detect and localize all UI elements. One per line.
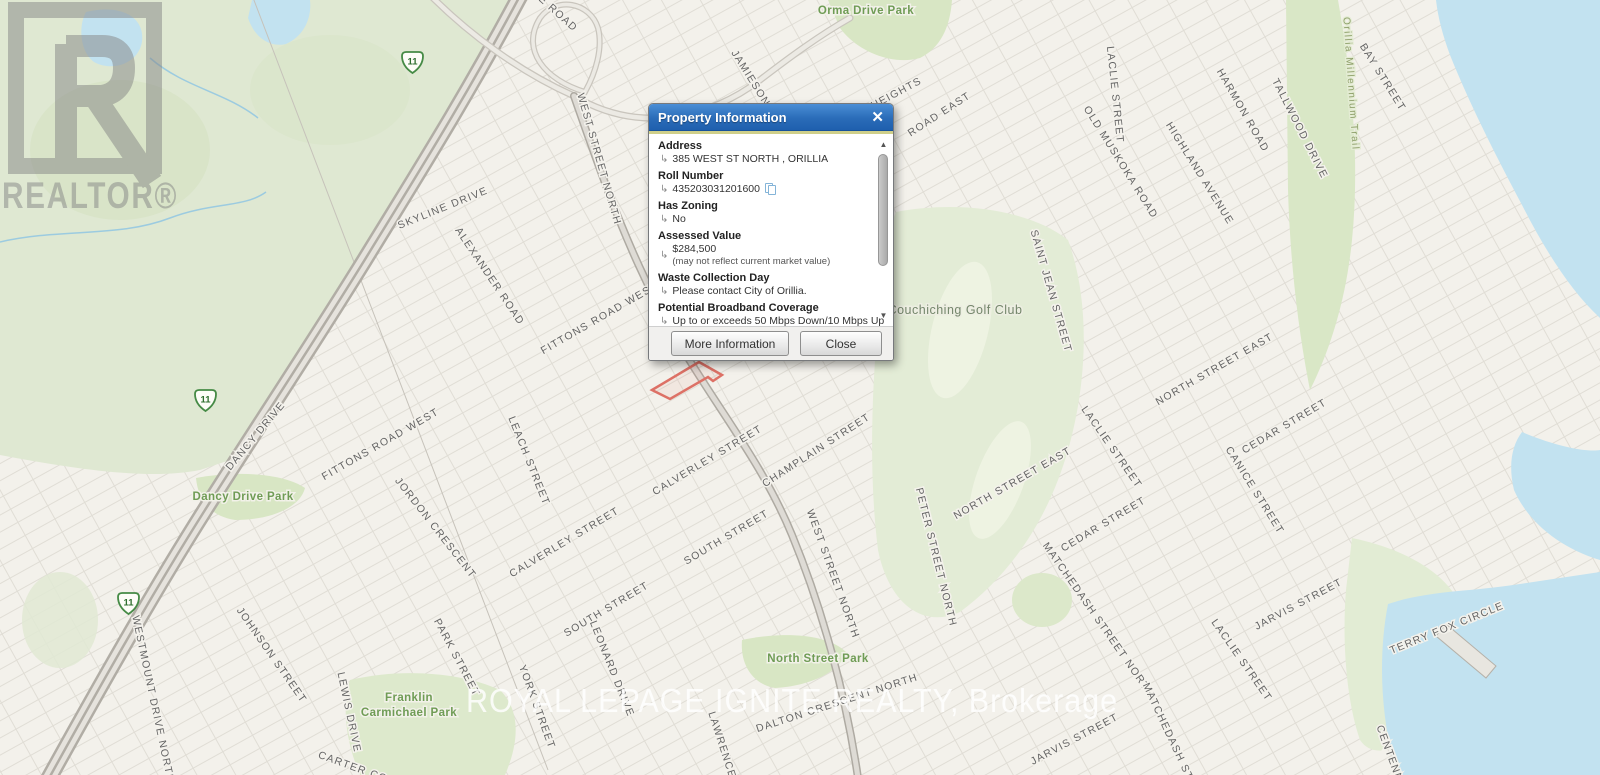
copy-pages-icon[interactable] (765, 183, 778, 196)
park-label: Carmichael Park (361, 707, 457, 719)
crook-icon: ↳ (660, 213, 668, 226)
park-label: Couchiching Golf Club (888, 303, 1023, 317)
close-button[interactable]: Close (800, 331, 882, 356)
park-label: North Street Park (767, 653, 869, 665)
more-information-button[interactable]: More Information (671, 331, 789, 356)
crook-icon: ↳ (660, 249, 668, 262)
field-assessed-value: Assessed Value ↳ $284,500 (may not refle… (658, 229, 869, 268)
crook-icon: ↳ (660, 153, 668, 166)
field-value: $284,500 (672, 243, 830, 256)
field-label: Roll Number (658, 169, 869, 183)
field-label: Assessed Value (658, 229, 869, 243)
popup-body: Address ↳ 385 WEST ST NORTH , ORILLIA Ro… (649, 134, 893, 326)
field-has-zoning: Has Zoning ↳ No (658, 199, 869, 226)
close-icon[interactable]: ✕ (871, 110, 884, 125)
scrollbar-thumb[interactable] (878, 154, 888, 266)
field-broadband: Potential Broadband Coverage ↳ Up to or … (658, 301, 869, 326)
crook-icon: ↳ (660, 285, 668, 298)
popup-title: Property Information (658, 110, 787, 125)
field-value: 385 WEST ST NORTH , ORILLIA (672, 153, 828, 166)
park-label: Franklin (385, 692, 433, 704)
field-note: (may not reflect current market value) (672, 256, 830, 268)
svg-text:11: 11 (123, 598, 134, 609)
park-label: Orma Drive Park (818, 5, 914, 17)
popup-footer: More Information Close (649, 326, 893, 360)
field-label: Waste Collection Day (658, 271, 869, 285)
map-viewer: E ROADJAMIESONHEIGHTSROAD EASTWEST STREE… (0, 0, 1600, 775)
popup-scrollbar[interactable]: ▲ ▼ (877, 141, 890, 320)
property-info-popup: Property Information ✕ Address ↳ 385 WES… (648, 103, 894, 361)
scroll-up-icon[interactable]: ▲ (878, 141, 889, 149)
svg-text:11: 11 (407, 57, 418, 68)
field-address: Address ↳ 385 WEST ST NORTH , ORILLIA (658, 139, 869, 166)
scroll-down-icon[interactable]: ▼ (878, 312, 889, 320)
field-value: Please contact City of Orillia. (672, 285, 806, 298)
crook-icon: ↳ (660, 315, 668, 326)
realtor-watermark-text: REALTOR® (2, 175, 178, 216)
field-label: Has Zoning (658, 199, 869, 213)
park-label: Dancy Drive Park (192, 491, 293, 503)
field-label: Potential Broadband Coverage (658, 301, 869, 315)
svg-text:11: 11 (200, 395, 211, 406)
crook-icon: ↳ (660, 183, 668, 196)
field-waste-collection: Waste Collection Day ↳ Please contact Ci… (658, 271, 869, 298)
field-roll-number: Roll Number ↳ 435203031201600 (658, 169, 869, 196)
field-value: No (672, 213, 685, 226)
field-label: Address (658, 139, 869, 153)
popup-header[interactable]: Property Information ✕ (649, 104, 893, 131)
field-value: 435203031201600 (672, 183, 760, 196)
brokerage-watermark: ROYAL LEPAGE IGNITE REALTY, Brokerage (466, 682, 1118, 719)
field-value: Up to or exceeds 50 Mbps Down/10 Mbps Up (672, 315, 884, 326)
